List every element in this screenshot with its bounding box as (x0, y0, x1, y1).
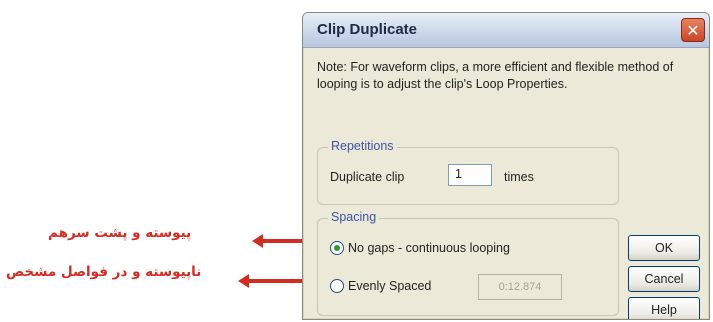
help-button[interactable]: Help (628, 297, 700, 319)
radio-evenly-spaced[interactable]: Evenly Spaced (330, 279, 431, 293)
annotation-evenly-spaced: ناپیوسته و در فواصل مشخص (6, 264, 202, 280)
ok-button[interactable]: OK (628, 235, 700, 261)
radio-no-gaps-label: No gaps - continuous looping (348, 241, 510, 255)
note-text: Note: For waveform clips, a more efficie… (317, 60, 674, 91)
close-icon[interactable]: ✕ (681, 18, 705, 42)
radio-unchecked-icon[interactable] (330, 279, 344, 293)
dialog-title: Clip Duplicate (317, 21, 418, 38)
duplicate-clip-label: Duplicate clip (330, 170, 405, 184)
radio-evenly-spaced-label: Evenly Spaced (348, 279, 432, 293)
radio-no-gaps[interactable]: No gaps - continuous looping (330, 241, 510, 255)
repetitions-group-title: Repetitions (328, 139, 397, 153)
annotation-continuous: پیوسته و پشت سرهم (48, 225, 192, 241)
duplicate-count-input[interactable]: 1 (448, 164, 492, 186)
cancel-button[interactable]: Cancel (628, 266, 700, 292)
spacing-time-field: 0:12.874 (478, 274, 562, 300)
radio-checked-icon[interactable] (330, 241, 344, 255)
clip-duplicate-dialog: Clip Duplicate ✕ Note: For waveform clip… (302, 12, 710, 320)
repetitions-group: Repetitions Duplicate clip 1 times (317, 139, 619, 205)
times-label: times (504, 170, 534, 184)
title-bar[interactable]: Clip Duplicate ✕ (303, 13, 709, 48)
spacing-group-title: Spacing (328, 210, 380, 224)
spacing-group: Spacing No gaps - continuous looping Eve… (317, 210, 619, 316)
